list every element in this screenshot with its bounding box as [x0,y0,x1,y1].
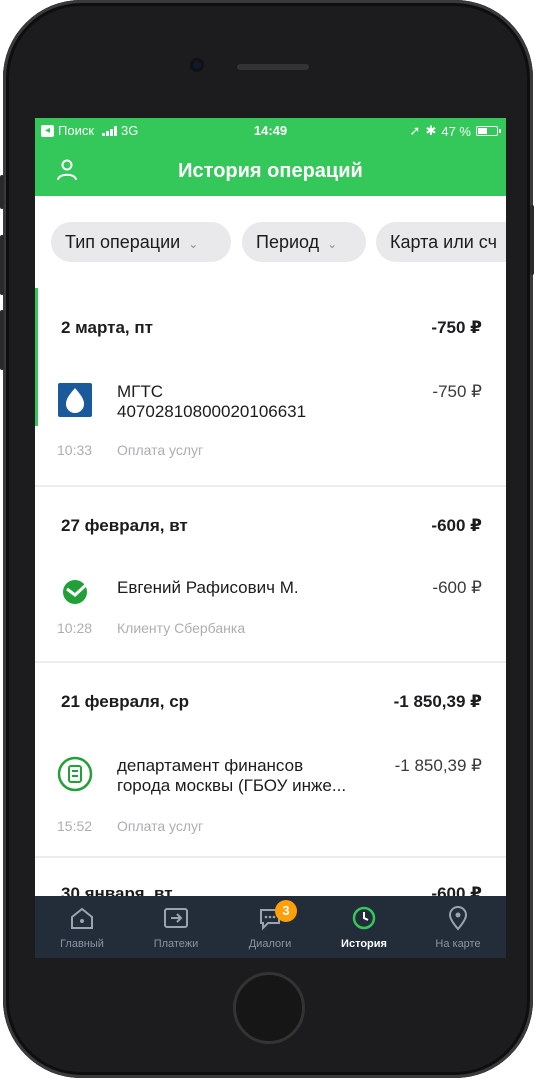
operation-name-line2: 40702810800020106631 [117,402,307,421]
clock-icon [352,906,376,930]
tab-dialogs[interactable]: 3 Диалоги [223,896,317,958]
filter-bar: Тип операции ⌄ Период ⌄ Карта или сч [35,196,506,288]
operation-row[interactable]: Евгений Рафисович М. -600 ₽ 10:28 Клиент… [35,578,506,688]
operations-list: 2 марта, пт -750 ₽ МГТС 4070281080002010… [35,288,506,898]
filter-label: Период [256,232,320,252]
chevron-down-icon: ⌄ [327,237,338,251]
tab-payments[interactable]: Платежи [129,896,223,958]
bluetooth-icon: ✱ [425,123,437,138]
operation-time: 10:28 [57,620,93,636]
tab-label: История [341,938,387,950]
status-right: ➚ ✱ 47 % [409,123,501,139]
day-total: -600 ₽ [431,516,482,535]
operation-name: департамент финансов города москвы (ГБОУ… [117,756,377,796]
operation-name: Евгений Рафисович М. [117,578,377,598]
battery-percent: 47 % [441,123,471,139]
operation-name-line1: МГТС [117,382,164,401]
filter-period[interactable]: Период ⌄ [242,222,366,262]
tab-label: Платежи [153,938,199,950]
day-total: -750 ₽ [431,318,482,337]
operation-category: Клиенту Сбербанка [117,620,246,636]
operation-name-line1: Евгений Рафисович М. [117,578,299,597]
home-button[interactable] [233,972,305,1044]
operation-category: Оплата услуг [117,818,204,834]
divider [35,856,506,858]
operation-amount: -600 ₽ [432,578,482,597]
day-date: 21 февраля, ср [61,692,190,711]
chevron-down-icon: ⌄ [188,237,199,251]
app-screen: ◂ Поиск 3G 14:49 ➚ ✱ 47 % История операц… [35,118,506,958]
filter-card-or-account[interactable]: Карта или сч [376,222,506,262]
day-header: 21 февраля, ср -1 850,39 ₽ [35,682,506,718]
tab-on-map[interactable]: На карте [411,896,505,958]
front-camera [190,58,204,72]
day-header: 2 марта, пт -750 ₽ [35,308,506,344]
operation-time: 15:52 [57,818,93,834]
home-icon [71,907,93,929]
page-title: История операций [178,160,363,182]
operation-time: 10:33 [57,442,93,458]
volume-up-button [0,235,4,295]
operation-name-line2: города москвы (ГБОУ инже... [117,776,347,795]
day-header: 27 февраля, вт -600 ₽ [35,506,506,542]
status-bar: ◂ Поиск 3G 14:49 ➚ ✱ 47 % [35,118,506,144]
tab-label: Главный [60,938,104,950]
tab-bar: Главный Платежи 3 Диалоги История На кар… [35,896,506,958]
mute-switch [0,175,4,209]
volume-down-button [0,310,4,370]
day-date: 27 февраля, вт [61,516,188,535]
day-total: -1 850,39 ₽ [393,692,482,711]
tab-label: Диалоги [248,938,292,950]
nav-bar: История операций [35,144,506,196]
sberbank-logo-icon [63,580,89,604]
location-icon: ➚ [409,123,421,138]
earpiece-speaker [237,64,309,70]
day-header: 30 января, вт -600 ₽ [35,874,506,898]
filter-label: Карта или сч [390,232,497,252]
filter-label: Тип операции [65,232,181,252]
power-button [530,205,534,275]
operation-amount: -750 ₽ [432,382,482,401]
battery-icon [476,126,501,136]
filter-operation-type[interactable]: Тип операции ⌄ [51,222,231,262]
operation-row[interactable]: департамент финансов города москвы (ГБОУ… [35,756,506,866]
receipt-icon [57,756,93,792]
tab-history[interactable]: История [317,896,411,958]
operation-category: Оплата услуг [117,442,204,458]
divider [35,485,506,487]
unread-badge: 3 [275,900,297,922]
mgts-logo-icon [58,383,92,417]
operation-row[interactable]: МГТС 40702810800020106631 -750 ₽ 10:33 О… [35,382,506,492]
tab-label: На карте [435,938,481,950]
tab-home[interactable]: Главный [35,896,129,958]
divider [35,661,506,663]
day-date: 2 марта, пт [61,318,153,337]
operation-name-line1: департамент финансов [117,756,304,775]
operation-amount: -1 850,39 ₽ [394,756,482,775]
map-pin-icon [448,906,468,931]
operation-name: МГТС 40702810800020106631 [117,382,377,422]
payments-icon [164,908,188,928]
